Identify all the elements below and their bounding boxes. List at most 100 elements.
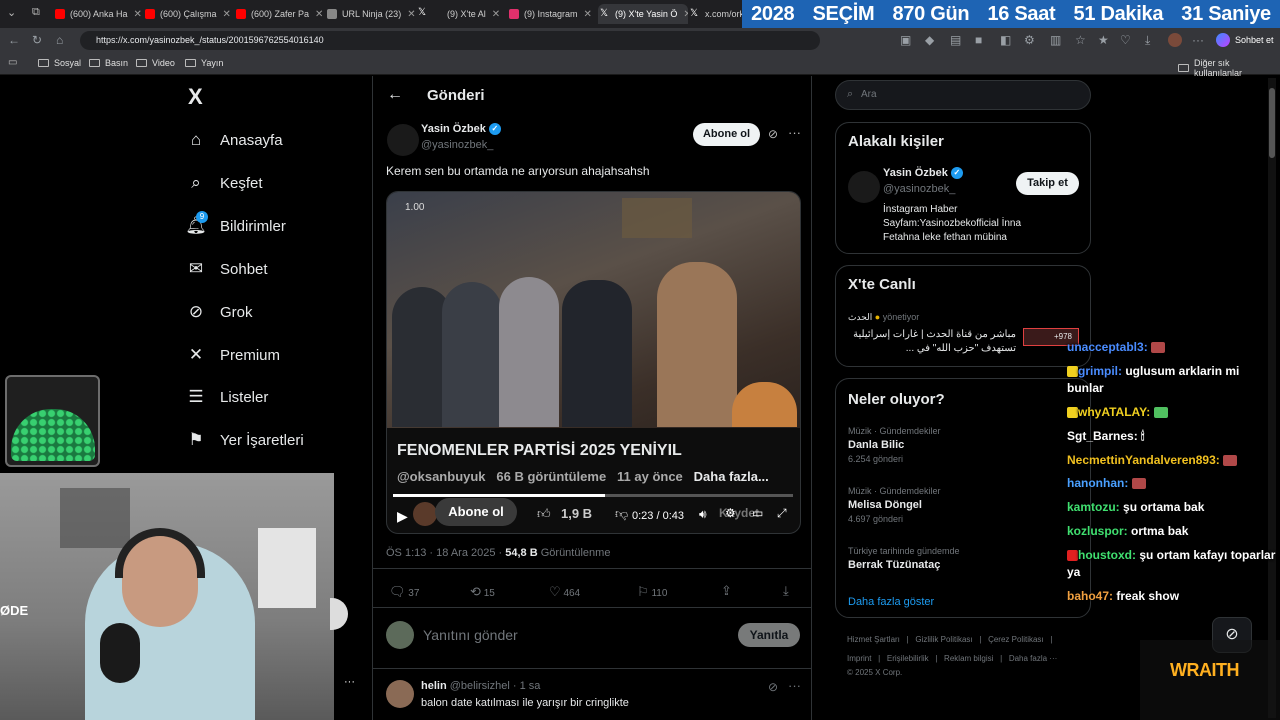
avatar[interactable] xyxy=(1168,33,1182,47)
reply-author[interactable]: helin xyxy=(421,680,447,692)
trend-item[interactable]: Müzik · Gündemdekiler Danla Bilic 6.254 … xyxy=(848,426,1078,464)
author-avatar[interactable] xyxy=(387,124,419,156)
tab-4[interactable]: 𝕏 (9) X'te Al ✕ xyxy=(418,4,506,24)
extension-icon[interactable]: ◆ xyxy=(925,33,934,47)
footer-links[interactable]: Imprint | Erişilebilirlik | Reklam bilgi… xyxy=(847,654,1057,663)
reload-icon[interactable]: ↻ xyxy=(32,33,42,47)
tab-3[interactable]: URL Ninja (23) ✕ xyxy=(327,4,415,24)
thumbs-down-icon[interactable]: 👎︎ xyxy=(615,506,628,522)
video-title[interactable]: FENOMENLER PARTİSİ 2025 YENİYIL xyxy=(397,442,682,460)
close-icon[interactable]: ✕ xyxy=(407,9,415,20)
bookmark-folder[interactable]: Yayın xyxy=(185,58,223,68)
split-view-icon[interactable]: ▥ xyxy=(1050,33,1061,47)
nav-notifications[interactable]: 🔔︎ 9 Bildirimler xyxy=(184,211,286,236)
related-avatar[interactable] xyxy=(848,171,880,203)
close-icon[interactable]: ✕ xyxy=(584,9,592,20)
nav-messages[interactable]: ✉ Sohbet xyxy=(184,259,268,279)
scrollbar-thumb[interactable] xyxy=(1269,88,1275,158)
trend-item[interactable]: Müzik · Gündemdekiler Melisa Döngel 4.69… xyxy=(848,486,1078,524)
nav-lists[interactable]: ☰ Listeler xyxy=(184,387,268,407)
extension-icon[interactable]: ■ xyxy=(975,33,982,47)
home-icon[interactable]: ⌂ xyxy=(56,33,63,47)
extension-icon[interactable]: ◧ xyxy=(1000,33,1011,47)
downloads-icon[interactable]: ⤓ xyxy=(1145,33,1150,48)
trend-item[interactable]: Türkiye tarihinde gündemde Berrak Tüzüna… xyxy=(848,546,1078,571)
video-embed[interactable]: 1.00 FENOMENLER PARTİSİ 2025 YENİYIL @ok… xyxy=(386,191,801,534)
more-icon[interactable]: ··· xyxy=(344,676,355,688)
scrollbar[interactable] xyxy=(1268,78,1276,718)
follow-button[interactable]: Takip et xyxy=(1016,172,1079,195)
reply-stat[interactable]: 🗨︎ 37 xyxy=(389,584,419,600)
fullscreen-icon[interactable]: ⤢ xyxy=(777,506,787,521)
tab-list-icon[interactable]: ⌄ xyxy=(7,6,16,19)
tab-5[interactable]: (9) Instagram ✕ xyxy=(509,4,597,24)
footer-links[interactable]: Hizmet Şartları | Gizlilik Politikası | … xyxy=(847,635,1052,644)
tab-2[interactable]: (600) Zafer Pa ✕ xyxy=(236,4,324,24)
author-name[interactable]: Yasin Özbek ✓ xyxy=(421,123,501,136)
other-bookmarks[interactable]: Diğer sık kullanılanlar xyxy=(1178,58,1280,78)
settings-icon[interactable]: ⚙ xyxy=(725,506,736,520)
video-frame[interactable]: 1.00 xyxy=(387,192,800,428)
bookmark-folder[interactable]: Sosyal xyxy=(38,58,81,68)
video-channel[interactable]: @oksanbuyuk xyxy=(397,469,486,484)
nav-bookmarks[interactable]: ⚑ Yer İşaretleri xyxy=(184,430,303,450)
tab-6[interactable]: 𝕏 (9) X'te Yasin Ö ✕ xyxy=(598,4,688,24)
close-icon[interactable]: ✕ xyxy=(492,9,500,20)
share-icon[interactable]: ⇪ xyxy=(721,583,732,599)
video-more-link[interactable]: Daha fazla... xyxy=(694,469,769,484)
reply-handle[interactable]: @belirsizhel · 1 sa xyxy=(450,680,541,692)
play-icon[interactable]: ▶ xyxy=(397,508,408,525)
related-handle[interactable]: @yasinozbek_ xyxy=(883,183,955,195)
more-icon[interactable]: ··· xyxy=(788,678,801,693)
author-handle[interactable]: @yasinozbek_ xyxy=(421,139,493,151)
grok-icon[interactable]: ⊘ xyxy=(768,127,778,141)
tab-0[interactable]: (600) Anka Ha ✕ xyxy=(55,4,143,24)
live-text[interactable]: مباشر من قناة الحدث | غارات إسرائيلية تس… xyxy=(848,328,1016,356)
reply-input[interactable]: Yanıtını gönder xyxy=(423,627,518,643)
workspaces-icon[interactable]: ⧉ xyxy=(32,6,40,19)
subscribe-button[interactable]: Abone ol xyxy=(693,123,760,146)
channel-avatar[interactable] xyxy=(413,502,437,526)
nav-explore[interactable]: ⌕ Keşfet xyxy=(184,173,262,193)
favorites-bar-icon[interactable]: ★ xyxy=(1098,33,1109,47)
tab-7[interactable]: 𝕏x.com/ork xyxy=(690,4,742,24)
nav-grok[interactable]: ⊘ Grok xyxy=(184,302,253,322)
sidebar-toggle-icon[interactable]: ▭ xyxy=(8,57,17,68)
bookmark-folder[interactable]: Video xyxy=(136,58,175,68)
reply-button[interactable]: Yanıtla xyxy=(738,623,800,647)
thumbs-up-icon[interactable]: 👍︎ xyxy=(537,506,551,522)
nav-premium[interactable]: ✕ Premium xyxy=(184,345,280,365)
video-progress-track[interactable] xyxy=(393,494,793,497)
more-icon[interactable]: ··· xyxy=(788,125,801,140)
close-icon[interactable]: ✕ xyxy=(315,9,323,20)
video-subscribe-button[interactable]: Abone ol xyxy=(435,498,517,526)
like-stat[interactable]: ♡ 464 xyxy=(549,584,580,600)
close-icon[interactable]: ✕ xyxy=(683,9,688,20)
reply-avatar[interactable] xyxy=(386,680,414,708)
extension-icon[interactable]: ▤ xyxy=(950,33,961,47)
tab-1[interactable]: (600) Çalışma ✕ xyxy=(145,4,233,24)
captions-icon[interactable]: ▭ xyxy=(752,506,763,520)
repost-stat[interactable]: ⟲ 15 xyxy=(470,584,495,600)
extension-icon[interactable]: ▣ xyxy=(900,33,911,47)
close-icon[interactable]: ✕ xyxy=(134,9,142,20)
related-name[interactable]: Yasin Özbek ✓ xyxy=(883,167,963,180)
url-input[interactable]: https://x.com/yasinozbek_/status/2001596… xyxy=(80,31,820,50)
collections-icon[interactable]: ♡ xyxy=(1120,33,1131,47)
bookmark-stat[interactable]: ⚐ 110 xyxy=(637,584,667,600)
x-logo[interactable]: X xyxy=(188,84,203,110)
live-host[interactable]: الحدث ● yönetiyor xyxy=(848,312,919,323)
nav-home[interactable]: ⌂ Anasayfa xyxy=(184,130,283,150)
search-input[interactable]: ⌕ Ara xyxy=(835,80,1091,110)
bookmark-folder[interactable]: Basın xyxy=(89,58,128,68)
favorites-icon[interactable]: ☆ xyxy=(1075,33,1086,47)
back-icon[interactable]: ← xyxy=(8,33,20,47)
download-icon[interactable]: ⤓ xyxy=(783,583,789,599)
chat-button[interactable]: Sohbet et xyxy=(1235,35,1274,45)
menu-icon[interactable]: ··· xyxy=(1192,33,1204,47)
grok-icon[interactable]: ⊘ xyxy=(768,680,778,694)
show-more-link[interactable]: Daha fazla göster xyxy=(848,596,934,608)
volume-icon[interactable]: 🔊︎ xyxy=(699,507,707,522)
close-icon[interactable]: ✕ xyxy=(223,9,231,20)
extension-icon[interactable]: ⚙ xyxy=(1024,33,1035,47)
